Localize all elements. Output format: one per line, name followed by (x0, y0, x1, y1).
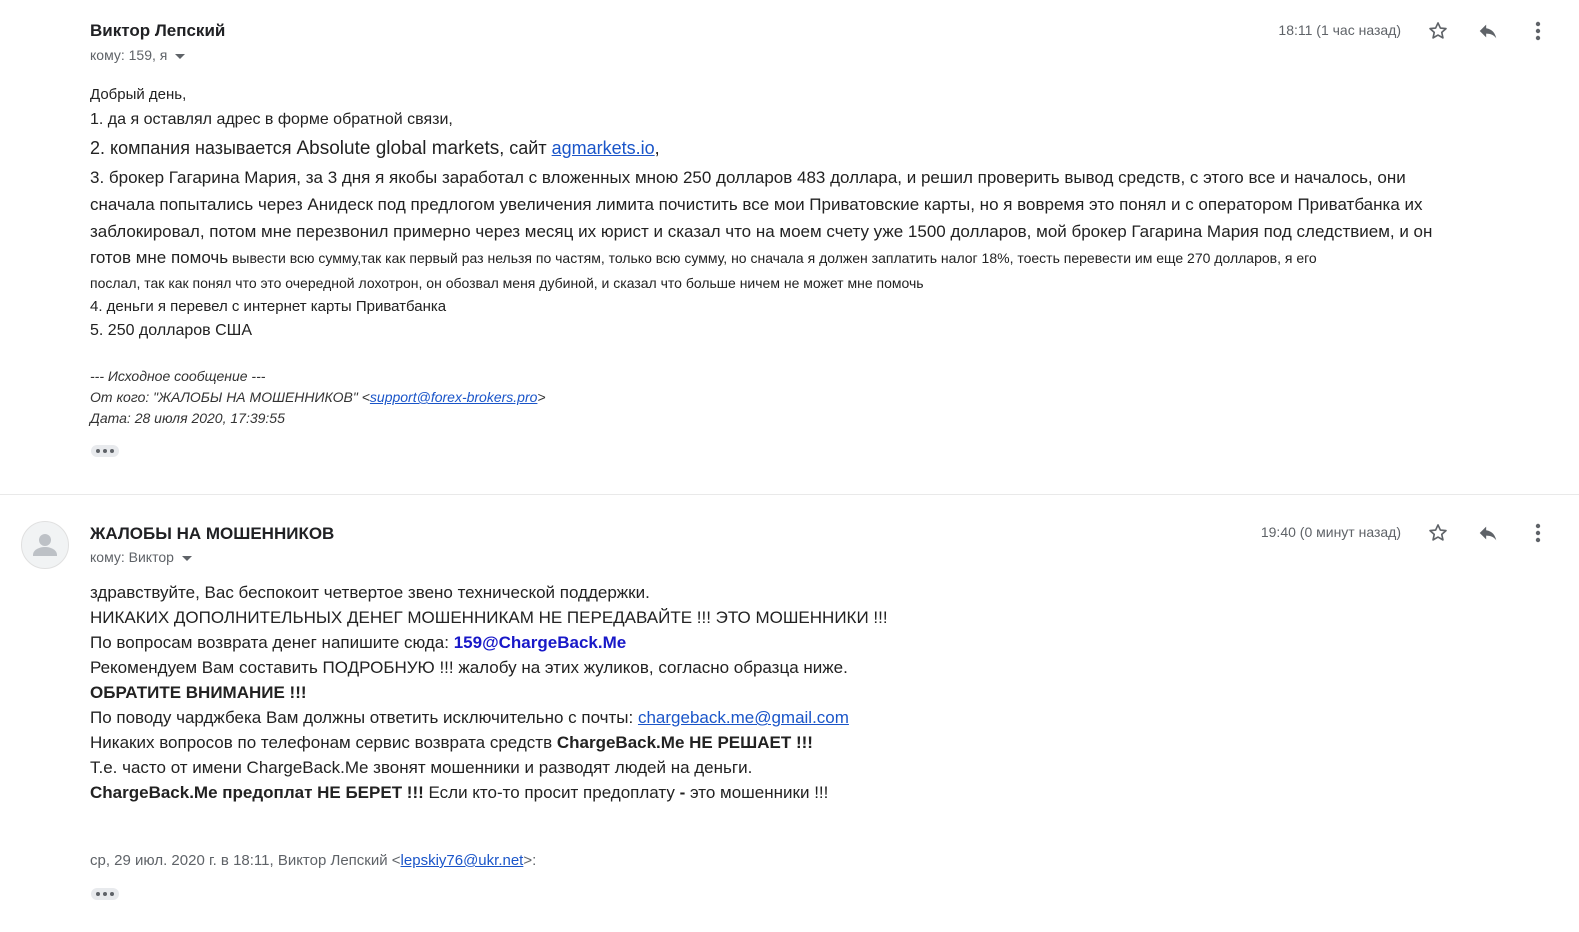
body-text: По вопросам возврата денег напишите сюда… (90, 633, 454, 652)
body-line: заблокировал, потом мне перезвонил приме… (90, 222, 1433, 241)
body-line: 1. да я оставлял адрес в форме обратной … (90, 111, 453, 128)
body-line: 3. брокер Гагарина Мария, за 3 дня я яко… (90, 168, 1406, 187)
body-line: Добрый день, (90, 86, 187, 103)
body-line: готов мне помочь вывести всю сумму,так к… (90, 248, 1317, 268)
recipients-dropdown[interactable]: кому: 159, я (90, 47, 186, 63)
star-icon[interactable] (1425, 520, 1451, 546)
body-text: готов мне помочь (90, 248, 229, 267)
recipients-label: кому: Виктор (90, 549, 174, 565)
body-text: Если кто-то просит предоплату (423, 783, 680, 802)
company-name: Absolute global markets (296, 138, 500, 159)
body-text-bold: ChargeBack.Me предоплат НЕ БЕРЕТ !!! (90, 783, 424, 802)
body-text: По поводу чарджбека Вам должны ответить … (90, 708, 638, 727)
body-text: Никаких вопросов по телефонам сервис воз… (90, 733, 557, 752)
body-line: Никаких вопросов по телефонам сервис воз… (90, 733, 813, 753)
chevron-down-icon (175, 53, 186, 59)
sender-name[interactable]: Виктор Лепский (90, 21, 225, 41)
body-line: Рекомендуем Вам составить ПОДРОБНУЮ !!! … (90, 658, 848, 677)
body-text: 2. компания называется (90, 138, 297, 158)
chevron-down-icon (181, 555, 192, 561)
message-1: Виктор Лепский кому: 159, я 18:11 (1 час… (0, 0, 1579, 494)
star-icon[interactable] (1425, 18, 1451, 44)
quote-text: ср, 29 июл. 2020 г. в 18:11, Виктор Лепс… (90, 852, 401, 869)
body-line: 2. компания называется Absolute global m… (90, 138, 660, 160)
show-trimmed-content-icon[interactable] (91, 445, 119, 457)
body-line: 5. 250 долларов США (90, 322, 253, 339)
body-line: сначала попытались через Анидеск под пре… (90, 195, 1423, 214)
quote-text: >: (523, 852, 537, 869)
quote-attribution: ср, 29 июл. 2020 г. в 18:11, Виктор Лепс… (90, 852, 536, 869)
more-vert-icon[interactable] (1525, 520, 1551, 546)
quote-from: От кого: "ЖАЛОБЫ НА МОШЕННИКОВ" <support… (90, 389, 546, 405)
site-link[interactable]: agmarkets.io (552, 138, 655, 158)
body-line: НИКАКИХ ДОПОЛНИТЕЛЬНЫХ ДЕНЕГ МОШЕННИКАМ … (90, 608, 888, 627)
quote-text: > (537, 389, 546, 405)
body-line: 4. деньги я перевел с интернет карты При… (90, 298, 447, 315)
recipients-label: кому: 159, я (90, 47, 168, 63)
body-text: это мошенники !!! (685, 783, 829, 802)
chargeback-email-link[interactable]: chargeback.me@gmail.com (638, 708, 849, 727)
quote-email-link[interactable]: lepskiy76@ukr.net (401, 852, 524, 869)
body-text: вывести всю сумму,так как первый раз нел… (228, 250, 1317, 266)
body-line: ОБРАТИТЕ ВНИМАНИЕ !!! (90, 683, 307, 702)
body-text: , сайт (499, 138, 552, 158)
body-line: здравствуйте, Вас беспокоит четвертое зв… (90, 583, 650, 602)
quote-email-link[interactable]: support@forex-brokers.pro (370, 389, 538, 405)
quote-date: Дата: 28 июля 2020, 17:39:55 (90, 410, 285, 426)
quote-text: От кого: "ЖАЛОБЫ НА МОШЕННИКОВ" < (90, 389, 370, 405)
body-text: , (654, 138, 660, 158)
reply-icon[interactable] (1475, 18, 1501, 44)
message-time: 19:40 (0 минут назад) (1260, 524, 1401, 540)
message-time: 18:11 (1 час назад) (1278, 22, 1401, 38)
message-2: ЖАЛОБЫ НА МОШЕННИКОВ кому: Виктор 19:40 … (0, 495, 1579, 932)
body-line: Т.е. часто от имени ChargeBack.Me звонят… (90, 758, 753, 777)
quote-header: --- Исходное сообщение --- (90, 368, 266, 384)
more-vert-icon[interactable] (1525, 18, 1551, 44)
show-trimmed-content-icon[interactable] (91, 888, 119, 900)
body-line: По поводу чарджбека Вам должны ответить … (90, 708, 849, 728)
body-line: По вопросам возврата денег напишите сюда… (90, 633, 626, 653)
support-email[interactable]: 159@ChargeBack.Me (454, 633, 627, 652)
body-line: послал, так как понял что это очередной … (90, 275, 924, 291)
body-line: ChargeBack.Me предоплат НЕ БЕРЕТ !!! Есл… (90, 783, 828, 803)
sender-name[interactable]: ЖАЛОБЫ НА МОШЕННИКОВ (90, 524, 334, 544)
avatar-person-icon (33, 534, 57, 556)
recipients-dropdown[interactable]: кому: Виктор (90, 549, 192, 565)
avatar[interactable] (21, 521, 69, 569)
reply-icon[interactable] (1475, 520, 1501, 546)
body-text-bold: ChargeBack.Me НЕ РЕШАЕТ !!! (556, 733, 813, 752)
